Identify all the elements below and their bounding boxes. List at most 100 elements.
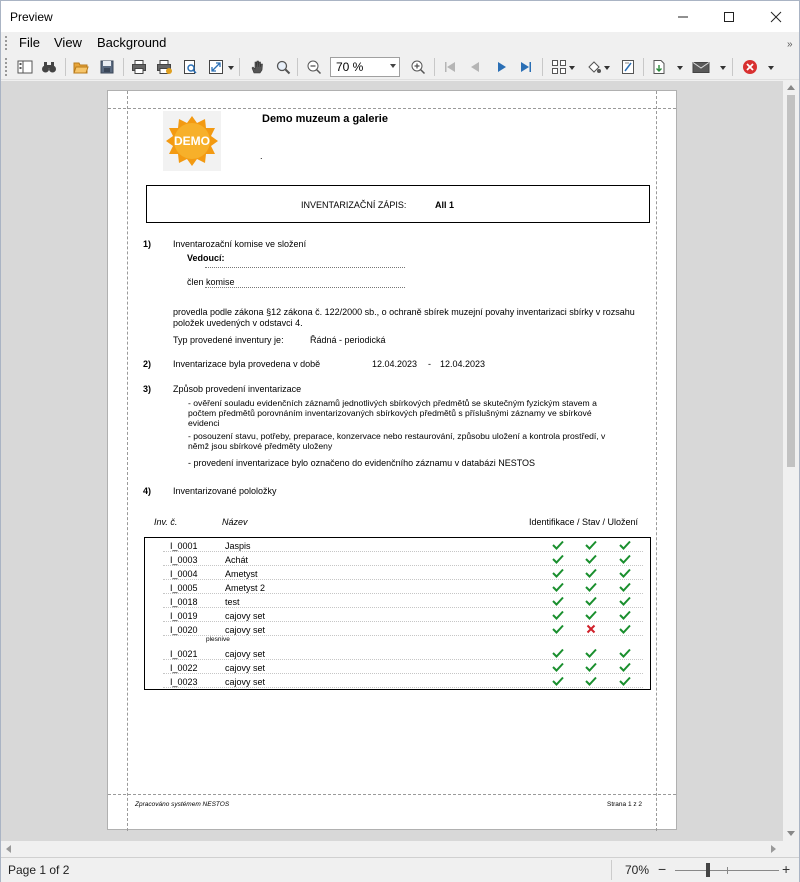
magnifier-tool-button[interactable]: [273, 57, 293, 77]
first-page-button[interactable]: [440, 57, 460, 77]
storage-status-check-icon: [619, 568, 631, 578]
menu-file[interactable]: File: [19, 35, 40, 50]
org-name: Demo muzeum a galerie: [262, 113, 388, 125]
table-row: I_0023 cajovy set: [163, 675, 643, 688]
multi-page-button[interactable]: [549, 57, 569, 77]
previous-page-icon: [471, 62, 479, 72]
send-email-button[interactable]: [691, 57, 711, 77]
menu-background[interactable]: Background: [97, 35, 166, 50]
multi-page-dropdown-icon[interactable]: [569, 66, 575, 70]
item-name: Ametyst 2: [225, 583, 266, 593]
method-bullet-1-line-2: počtem předmětů porovnáním inventarizova…: [188, 408, 592, 418]
zoom-in-icon: [411, 60, 426, 75]
thumbnails-button[interactable]: [15, 57, 35, 77]
next-page-button[interactable]: [492, 57, 512, 77]
item-name: cajovy set: [225, 611, 266, 621]
scroll-up-icon[interactable]: [787, 85, 795, 90]
zoom-out-button[interactable]: [304, 57, 324, 77]
scroll-down-icon[interactable]: [787, 831, 795, 836]
table-row: I_0022 cajovy set: [163, 661, 643, 674]
print-button[interactable]: [129, 57, 149, 77]
last-page-button[interactable]: [516, 57, 536, 77]
open-button[interactable]: [71, 57, 91, 77]
identification-status-check-icon: [552, 540, 564, 550]
watermark-button[interactable]: [618, 57, 638, 77]
preview-window: Preview File View Background » 70 % DEMO…: [0, 0, 800, 882]
method-bullet-1-line-3: evidenci: [188, 418, 220, 428]
vertical-scroll-thumb[interactable]: [787, 95, 795, 467]
close-button[interactable]: [753, 1, 799, 32]
close-preview-dropdown-icon[interactable]: [768, 66, 774, 70]
date-to: 12.04.2023: [440, 359, 486, 369]
chevron-down-icon: [390, 64, 396, 68]
search-button[interactable]: [39, 57, 59, 77]
toolbar-grip[interactable]: [5, 58, 8, 76]
item-inv-number: I_0004: [170, 569, 198, 579]
section-2-title: Inventarizace byla provedena v době: [173, 359, 321, 369]
maximize-button[interactable]: [706, 1, 752, 32]
table-row: I_0018 test: [163, 595, 643, 608]
method-bullet-3: - provedení inventarizace bylo označeno …: [188, 458, 536, 468]
storage-status-check-icon: [619, 662, 631, 672]
item-inv-number: I_0003: [170, 555, 198, 565]
first-page-icon: [445, 62, 455, 72]
close-preview-button[interactable]: [740, 57, 760, 77]
zoom-minus-icon[interactable]: −: [658, 861, 666, 877]
horizontal-scrollbar[interactable]: [1, 841, 783, 857]
table-row: I_0001 Jaspis: [163, 539, 643, 552]
identification-status-check-icon: [552, 648, 564, 658]
storage-status-check-icon: [619, 648, 631, 658]
storage-status-check-icon: [619, 554, 631, 564]
print-preview-button[interactable]: [180, 57, 200, 77]
zoom-slider-thumb[interactable]: [706, 863, 710, 877]
status-separator: [611, 860, 612, 880]
item-name: Achát: [225, 555, 249, 565]
hand-tool-button[interactable]: [247, 57, 267, 77]
page-setup-button[interactable]: [206, 57, 226, 77]
table-row: I_0020 cajovy set: [163, 623, 643, 636]
menu-bar: File View Background »: [1, 32, 799, 54]
binoculars-icon: [42, 62, 56, 73]
zoom-slider-tick: [727, 867, 728, 874]
page-setup-dropdown-icon[interactable]: [228, 66, 234, 70]
condition-status-check-icon: [585, 662, 597, 672]
toolbar-separator: [542, 58, 543, 76]
vertical-scrollbar[interactable]: [783, 81, 799, 841]
date-from: 12.04.2023: [372, 359, 418, 369]
save-button[interactable]: [97, 57, 117, 77]
column-name-header: Název: [222, 517, 248, 527]
menu-grip[interactable]: [5, 36, 8, 50]
method-bullet-2-line-2: němž jsou sbírkové předměty uloženy: [188, 441, 333, 451]
previous-page-button[interactable]: [465, 57, 485, 77]
background-dropdown-icon[interactable]: [604, 66, 610, 70]
last-page-icon: [521, 62, 531, 72]
zoom-in-button[interactable]: [408, 57, 428, 77]
condition-status-check-icon: [585, 582, 597, 592]
zoom-plus-icon[interactable]: +: [782, 861, 790, 877]
preview-area[interactable]: DEMO Demo muzeum a galerie . INVENTARIZA…: [1, 81, 783, 841]
quick-print-button[interactable]: [154, 57, 174, 77]
menu-view[interactable]: View: [54, 35, 82, 50]
page-setup-icon: [209, 60, 223, 74]
scroll-left-icon[interactable]: [6, 845, 11, 853]
leader-line: [205, 267, 405, 268]
scroll-right-icon[interactable]: [771, 845, 776, 853]
item-inv-number: I_0001: [170, 541, 198, 551]
item-name: Jaspis: [225, 541, 251, 551]
toolbar-separator: [297, 58, 298, 76]
toolbar-separator: [643, 58, 644, 76]
next-page-icon: [498, 62, 506, 72]
export-dropdown-icon[interactable]: [677, 66, 683, 70]
storage-status-check-icon: [619, 596, 631, 606]
condition-status-check-icon: [585, 568, 597, 578]
export-button[interactable]: [649, 57, 669, 77]
minimize-button[interactable]: [660, 1, 706, 32]
folder-open-icon: [73, 62, 89, 74]
background-color-button[interactable]: [584, 57, 604, 77]
status-bar: Page 1 of 2 70% − +: [1, 857, 799, 882]
email-dropdown-icon[interactable]: [720, 66, 726, 70]
multi-page-icon: [552, 60, 566, 74]
hand-icon: [251, 60, 263, 74]
zoom-select[interactable]: 70 %: [330, 57, 400, 77]
menu-overflow-icon[interactable]: »: [787, 39, 793, 50]
